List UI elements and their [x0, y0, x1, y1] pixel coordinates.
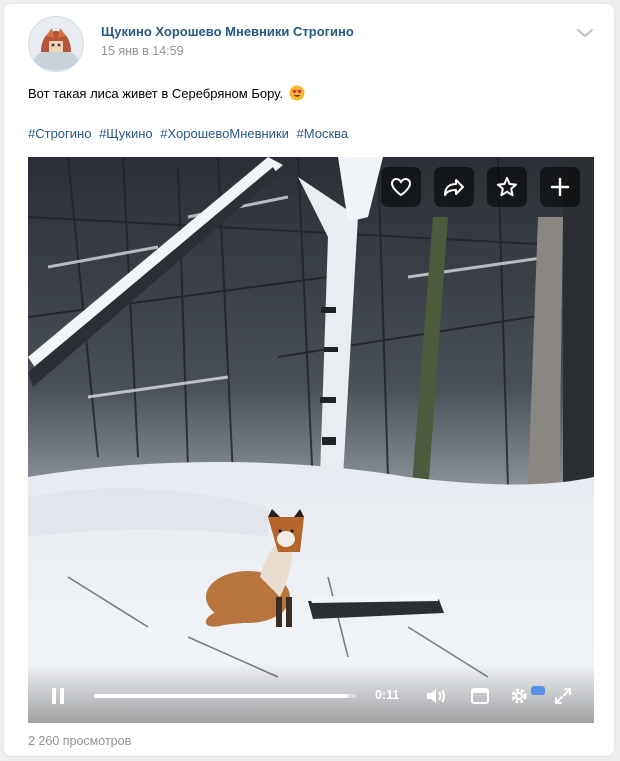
share-icon [444, 179, 464, 196]
heart-icon [390, 177, 412, 197]
window-mode-button[interactable] [468, 685, 492, 707]
like-video-button[interactable] [381, 167, 421, 207]
pause-icon [52, 688, 64, 704]
pause-button[interactable] [46, 685, 70, 707]
hashtag-link[interactable]: #ХорошевоМневники [160, 126, 289, 141]
star-icon [497, 177, 517, 197]
hashtag-link[interactable]: #Щукино [99, 126, 153, 141]
hashtag-list: #Строгино #Щукино #ХорошевоМневники #Мос… [28, 126, 352, 141]
expand-button[interactable] [551, 684, 575, 708]
plus-icon [550, 177, 570, 197]
group-name-link[interactable]: Щукино Хорошево Мневники Строгино [101, 24, 354, 39]
hashtag-link[interactable]: #Строгино [28, 126, 91, 141]
video-time: 0:11 [375, 688, 400, 702]
chevron-down-icon[interactable] [575, 26, 595, 40]
video-progress-fill [94, 694, 349, 698]
settings-button[interactable] [506, 684, 532, 708]
fullscreen-window-icon [471, 688, 489, 704]
post-text: Вот такая лиса живет в Серебряном Бору. [28, 85, 283, 101]
video-progress-bar[interactable] [94, 694, 356, 698]
views-count: 2 260 просмотров [28, 734, 132, 748]
hashtag-link[interactable]: #Москва [297, 126, 349, 141]
add-video-button[interactable] [540, 167, 580, 207]
expand-icon [555, 688, 571, 704]
post-date[interactable]: 15 янв в 14:59 [101, 44, 184, 58]
quality-badge [531, 686, 545, 695]
favorite-video-button[interactable] [487, 167, 527, 207]
video-player[interactable]: 0:11 [28, 157, 594, 723]
heart-eyes-emoji-icon [289, 85, 305, 101]
settings-icon [511, 688, 527, 704]
video-frame-image [28, 157, 594, 723]
post-text-row: Вот такая лиса живет в Серебряном Бору. [28, 85, 305, 101]
group-avatar[interactable] [28, 16, 84, 72]
share-video-button[interactable] [434, 167, 474, 207]
volume-icon [427, 689, 445, 703]
volume-button[interactable] [424, 685, 448, 707]
